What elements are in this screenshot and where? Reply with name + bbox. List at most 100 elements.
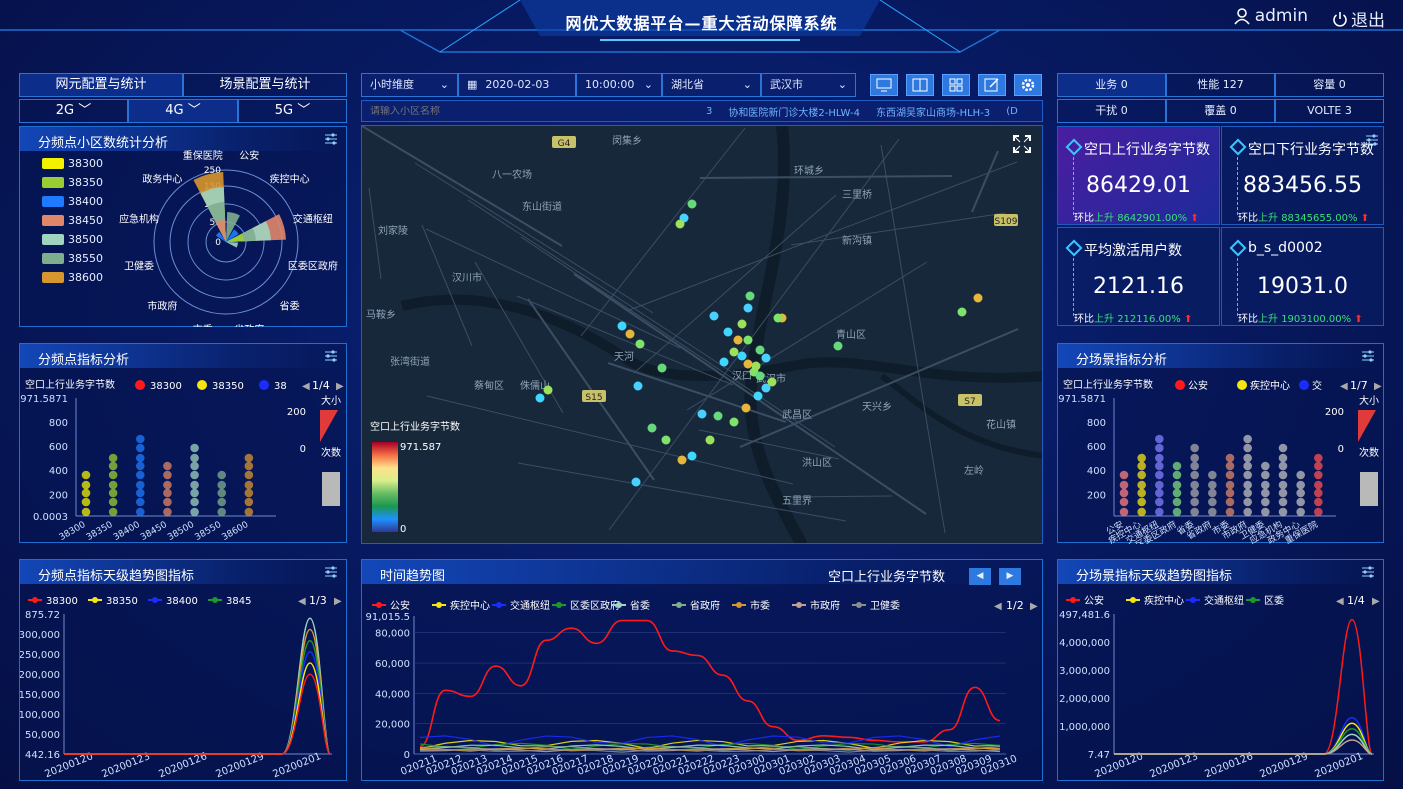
- scatter-point: [1261, 461, 1270, 471]
- next-metric-button[interactable]: ▶: [999, 568, 1021, 585]
- kpi-card[interactable]: b_s_d0002 19031.0 环比上升 1903100.00% ⬆: [1221, 227, 1384, 326]
- cell-point: [973, 293, 983, 303]
- legend-label: 市政府: [810, 599, 840, 612]
- kpi-card[interactable]: 平均激活用户数 2121.16 环比上升 212116.00% ⬆: [1057, 227, 1220, 326]
- kpi-card[interactable]: 空口上行业务字节数 86429.01 环比上升 8642901.00% ⬆: [1057, 126, 1220, 225]
- kpi-card[interactable]: 空口下行业务字节数 883456.55 环比上升 88345655.00% ⬆: [1221, 126, 1384, 225]
- cell-search-input[interactable]: [370, 105, 520, 117]
- tab-4g-label: 4G: [165, 103, 184, 118]
- y-tick: 200: [1087, 490, 1106, 501]
- scatter-point: [108, 488, 118, 498]
- cell-point: [675, 219, 685, 229]
- grid-view-icon[interactable]: [942, 74, 970, 96]
- legend-label: 公安: [1084, 594, 1104, 607]
- settings-icon[interactable]: [324, 349, 338, 363]
- logout-button[interactable]: 退出: [1332, 6, 1385, 31]
- scatter-point: [135, 507, 145, 517]
- tab-5g[interactable]: 5G ﹀: [238, 99, 347, 123]
- province-select[interactable]: 湖北省 ⌄: [662, 73, 761, 97]
- metric-label: 空口上行业务字节数: [1063, 378, 1153, 391]
- split-view-icon[interactable]: [906, 74, 934, 96]
- legend-item[interactable]: 38600: [42, 271, 103, 284]
- cell-point: [733, 335, 743, 345]
- x-tick: 38300: [58, 520, 88, 543]
- scatter-point: [1296, 488, 1305, 498]
- diamond-icon: [1229, 239, 1247, 257]
- tab-4g[interactable]: 4G ﹀: [128, 99, 238, 123]
- panel-time-trend: 时间趋势图 空口上行业务字节数 ◀ ▶ 公安 疾控中心 交通枢纽 区委区政府 省委 省政府…: [361, 559, 1043, 781]
- next-page-icon: ▶: [334, 596, 342, 607]
- tab-performance[interactable]: 性能 127: [1166, 73, 1275, 97]
- monitor-icon[interactable]: [870, 74, 898, 96]
- legend-item[interactable]: 38300: [42, 157, 103, 170]
- scatter-right-chart: 空口上行业务字节数 公安 疾控中心 交 1/7◀ ▶ 971.5871 800 600 400 20…: [1058, 378, 1382, 544]
- cell-point: [767, 377, 777, 387]
- legend-label: 38300: [46, 596, 78, 607]
- scatter-point: [1119, 480, 1129, 490]
- province-value: 湖北省: [671, 78, 704, 91]
- city-select[interactable]: 武汉市 ⌄: [761, 73, 856, 97]
- tab-network-config[interactable]: 网元配置与统计: [19, 73, 183, 97]
- arrow-up-icon: ⬆: [1190, 213, 1199, 224]
- prev-metric-button[interactable]: ◀: [969, 568, 991, 585]
- prev-page-icon: ◀: [302, 381, 310, 392]
- pager-label: 1/4: [312, 379, 330, 392]
- settings-icon[interactable]: [324, 565, 338, 579]
- legend-item[interactable]: 38500: [42, 233, 103, 246]
- tab-business[interactable]: 业务 0: [1057, 73, 1166, 97]
- legend-item[interactable]: 38550: [42, 252, 103, 265]
- edit-icon[interactable]: [978, 74, 1006, 96]
- ticker-item[interactable]: 东西湖吴家山商场-HLH-3: [876, 104, 990, 119]
- user-menu[interactable]: admin: [1233, 6, 1308, 26]
- dimension-select[interactable]: 小时维度 ⌄: [361, 73, 458, 97]
- settings-icon[interactable]: [1365, 133, 1379, 147]
- map-view[interactable]: 闵集乡 八一农场 东山街道 环城乡 三里桥 刘家陵 新沟镇 汉川市 马鞍乡 张湾街道 蔡甸区 侏儒山天…: [361, 125, 1043, 544]
- tab-interference[interactable]: 干扰 0: [1057, 99, 1166, 123]
- legend-dot: [1299, 380, 1309, 390]
- pager-label: 1/2: [1006, 599, 1024, 612]
- legend-dot: [1250, 597, 1256, 603]
- scatter-point: [1137, 507, 1146, 517]
- ticker-item[interactable]: (D: [1006, 106, 1018, 117]
- series-line-gongan: [419, 619, 1001, 748]
- tab-capacity[interactable]: 容量 0: [1275, 73, 1384, 97]
- legend-item[interactable]: 38450: [42, 214, 103, 227]
- place-label: 汉川市: [452, 271, 482, 284]
- time-select[interactable]: 10:00:00 ⌄: [576, 73, 662, 97]
- place-label: 天兴乡: [862, 401, 892, 413]
- tab-coverage[interactable]: 覆盖 0: [1166, 99, 1275, 123]
- legend-label: 38500: [68, 233, 103, 246]
- next-page-icon: ▶: [1374, 381, 1382, 392]
- fullscreen-icon[interactable]: [1012, 134, 1032, 154]
- ticker-item[interactable]: 协和医院新门诊大楼2-HLW-4: [728, 104, 860, 119]
- scatter-point: [108, 507, 118, 517]
- dimension-value: 小时维度: [370, 78, 414, 91]
- scatter-point: [190, 470, 199, 480]
- legend-item[interactable]: 38350: [42, 176, 103, 189]
- y-tick: 7.47: [1088, 750, 1110, 761]
- kpi-tabs: 业务 0 性能 127 容量 0 干扰 0 覆盖 0 VOLTE 3: [1057, 73, 1384, 123]
- gear-icon[interactable]: [1014, 74, 1042, 96]
- scatter-point: [1314, 507, 1323, 517]
- settings-icon[interactable]: [1361, 349, 1375, 363]
- settings-icon[interactable]: [1361, 565, 1375, 579]
- legend-dot: [212, 597, 218, 603]
- scatter-point: [1278, 443, 1288, 453]
- date-picker[interactable]: ▦ 2020-02-03: [458, 73, 576, 97]
- count-bar: [322, 472, 340, 506]
- road-label: S15: [585, 393, 602, 403]
- scatter-point: [1119, 497, 1129, 507]
- tab-2g[interactable]: 2G ﹀: [19, 99, 128, 123]
- filter-bar: 小时维度 ⌄ ▦ 2020-02-03 10:00:00 ⌄ 湖北省 ⌄ 武汉市 ⌄: [361, 73, 856, 97]
- settings-icon[interactable]: [324, 132, 338, 146]
- map-bg: [362, 126, 1042, 543]
- colorbar: [372, 442, 398, 532]
- scatter-left-chart: 空口上行业务字节数 38300 38350 38 1/4◀ ▶971.5871800600…: [20, 378, 344, 543]
- panel-title: 分场景指标分析: [1058, 344, 1383, 368]
- legend-item[interactable]: 38400: [42, 195, 103, 208]
- ticker-item[interactable]: 3: [706, 106, 712, 117]
- scatter-point: [108, 470, 118, 480]
- size-low: 0: [300, 444, 306, 455]
- tab-volte[interactable]: VOLTE 3: [1275, 99, 1384, 123]
- tab-scene-config[interactable]: 场景配置与统计: [183, 73, 347, 97]
